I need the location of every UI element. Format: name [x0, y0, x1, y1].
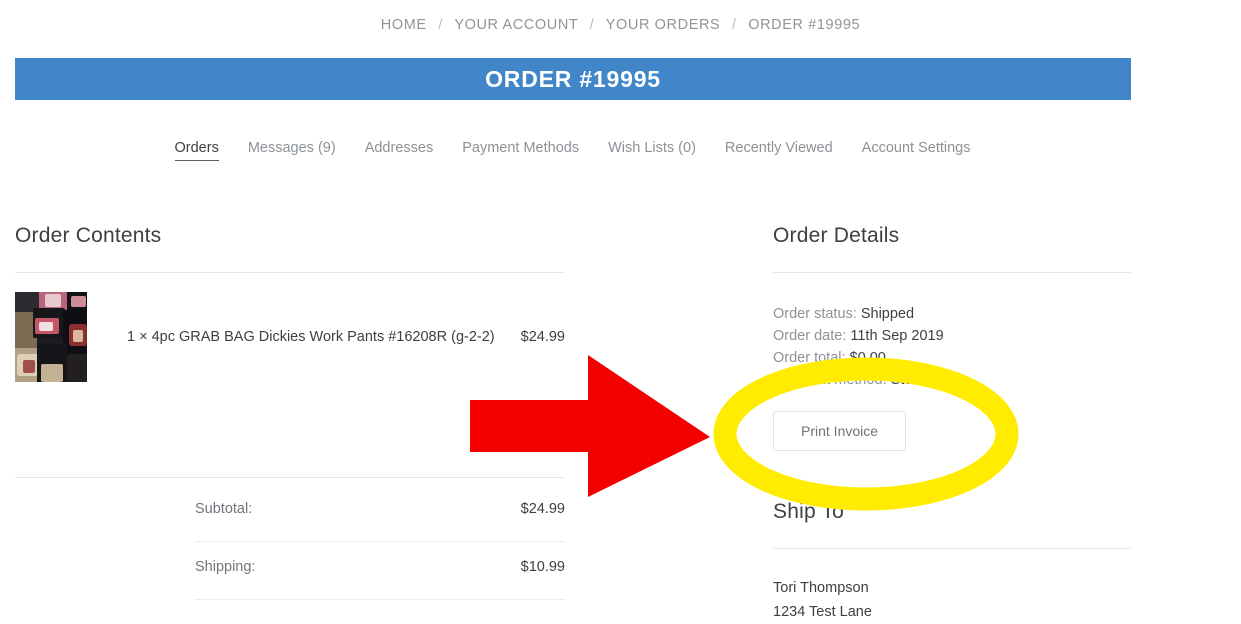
order-status-label: Order status: — [773, 306, 857, 322]
totals-divider — [195, 541, 565, 542]
breadcrumb-item-your-account[interactable]: YOUR ACCOUNT — [454, 17, 578, 33]
product-name: 1 × 4pc GRAB BAG Dickies Work Pants #162… — [127, 329, 495, 345]
subtotal-row: Subtotal: $24.99 — [195, 497, 565, 527]
payment-method-label: Payment method: — [773, 372, 887, 388]
ship-to-heading: Ship To — [773, 500, 845, 523]
breadcrumb-item-home[interactable]: HOME — [381, 17, 427, 33]
order-title-banner: ORDER #19995 — [15, 58, 1131, 100]
breadcrumb-item-your-orders[interactable]: YOUR ORDERS — [606, 17, 721, 33]
shipping-row: Shipping: $10.99 — [195, 555, 565, 585]
print-invoice-button[interactable]: Print Invoice — [773, 411, 907, 451]
order-contents-heading: Order Contents — [15, 224, 162, 247]
tab-messages[interactable]: Messages (9) — [248, 140, 336, 160]
breadcrumb-separator: / — [589, 17, 595, 33]
order-date-value: 11th Sep 2019 — [850, 328, 944, 344]
order-details-meta: Order status: Shipped Order date: 11th S… — [773, 303, 1131, 391]
tab-payment-methods[interactable]: Payment Methods — [462, 140, 579, 160]
tab-recently-viewed[interactable]: Recently Viewed — [725, 140, 833, 160]
page-title: ORDER #19995 — [485, 65, 661, 92]
breadcrumb-item-current-order: ORDER #19995 — [748, 17, 861, 33]
order-items-divider — [15, 477, 565, 478]
account-nav: Orders Messages (9) Addresses Payment Me… — [0, 140, 1145, 161]
totals-divider — [195, 599, 565, 600]
product-thumbnail[interactable] — [15, 292, 87, 382]
order-total-value: $0.00 — [849, 350, 886, 366]
subtotal-label: Subtotal: — [195, 501, 253, 517]
product-price: $24.99 — [520, 329, 565, 345]
breadcrumb-separator: / — [731, 17, 737, 33]
product-info: 1 × 4pc GRAB BAG Dickies Work Pants #162… — [127, 329, 565, 345]
order-details-section: Order Details Order status: Shipped Orde… — [773, 224, 1131, 624]
order-details-heading: Order Details — [773, 224, 900, 247]
subtotal-value: $24.99 — [520, 501, 565, 517]
order-totals: Subtotal: $24.99 Shipping: $10.99 — [195, 497, 565, 613]
payment-method-value: Store credit — [890, 372, 965, 388]
order-status-value: Shipped — [860, 306, 915, 322]
ship-to-street: 1234 Test Lane — [773, 604, 872, 620]
payment-method-line: Payment method: Store credit — [773, 369, 1131, 391]
order-date-line: Order date: 11th Sep 2019 — [773, 325, 1131, 347]
order-total-line: Order total: $0.00 — [773, 347, 1131, 369]
shipping-address: Tori Thompson 1234 Test Lane — [773, 576, 1131, 624]
tab-addresses[interactable]: Addresses — [365, 140, 434, 160]
breadcrumb-separator: / — [438, 17, 443, 33]
section-divider — [773, 272, 1131, 273]
order-contents-section: Order Contents — [15, 224, 565, 273]
ship-to-section: Ship To Tori Thompson 1234 Test Lane — [773, 500, 1131, 624]
section-divider — [15, 272, 565, 273]
tab-wish-lists[interactable]: Wish Lists (0) — [608, 140, 696, 160]
order-item-row: 1 × 4pc GRAB BAG Dickies Work Pants #162… — [15, 292, 565, 382]
tab-account-settings[interactable]: Account Settings — [862, 140, 971, 160]
tab-orders[interactable]: Orders — [174, 140, 219, 161]
order-total-label: Order total: — [773, 350, 846, 366]
order-status-line: Order status: Shipped — [773, 303, 1131, 325]
section-divider — [773, 548, 1131, 549]
shipping-value: $10.99 — [520, 559, 565, 575]
shipping-label: Shipping: — [195, 559, 256, 575]
ship-to-name: Tori Thompson — [773, 580, 869, 596]
breadcrumb: HOME / YOUR ACCOUNT / YOUR ORDERS / ORDE… — [0, 17, 1241, 33]
order-date-label: Order date: — [773, 328, 847, 344]
